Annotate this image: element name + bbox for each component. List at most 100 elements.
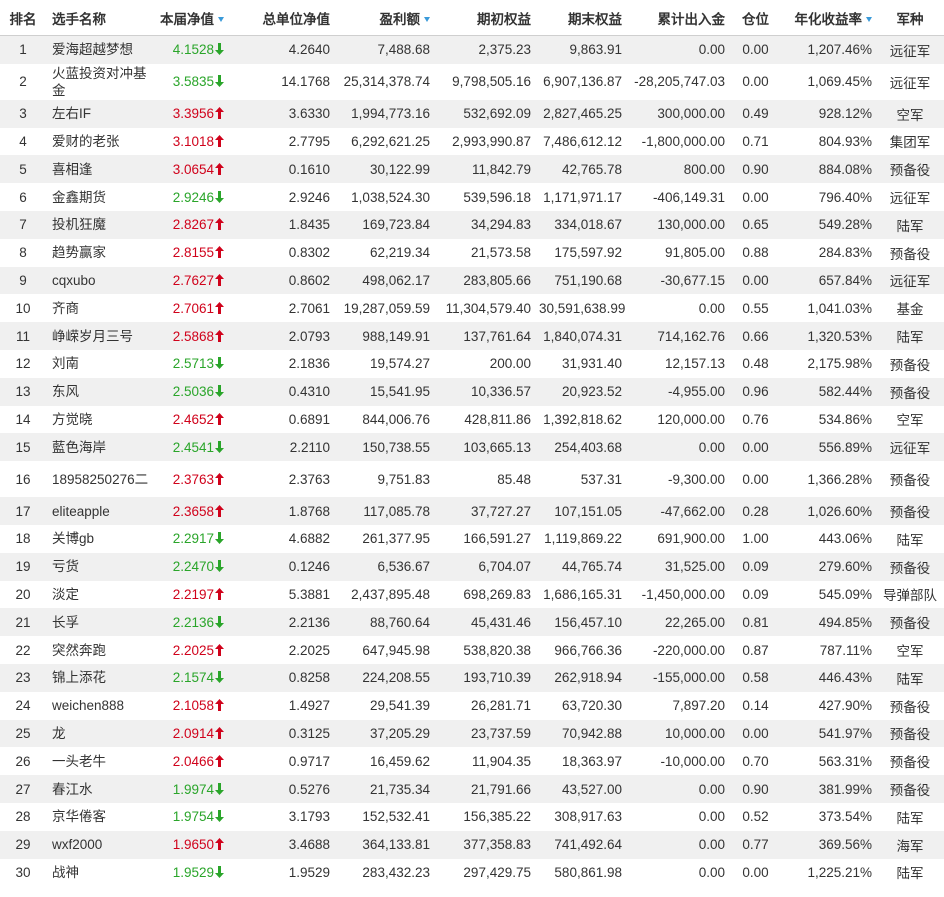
position-cell-value: 0.58 <box>742 670 769 686</box>
player-name[interactable]: 淡定 <box>46 581 156 609</box>
total-nav-cell-value: 2.1836 <box>288 356 330 372</box>
annual-return-cell: 545.09% <box>782 581 876 609</box>
corps-cell-value: 远征军 <box>889 191 931 207</box>
sort-desc-icon <box>218 17 224 23</box>
table-row: 13 东风 2.5036 0.4310 15,541.95 10,336.57 20,923… <box>0 377 944 406</box>
player-name[interactable]: 趋势赢家 <box>46 239 156 267</box>
annual-return-cell-value: 284.83% <box>818 245 872 261</box>
rank-cell-value: 25 <box>15 725 31 741</box>
corps-cell: 预备役 <box>876 239 944 267</box>
position-cell: 0.09 <box>729 552 782 581</box>
profit-cell: 7,488.68 <box>334 35 434 64</box>
rank-cell-value: 27 <box>15 781 31 797</box>
col-annual-header[interactable]: 年化收益率 <box>782 0 876 36</box>
table-body: 1 爱海超越梦想 4.1528 4.2640 7,488.68 2,375.23 9,863… <box>0 35 944 887</box>
player-name[interactable]: 刘南 <box>46 350 156 378</box>
rank-cell-value: 13 <box>15 384 31 400</box>
annual-return-cell: 787.11% <box>782 636 876 664</box>
annual-return-cell-value: 373.54% <box>818 809 872 825</box>
table-row: 5 喜相逢 3.0654 0.1610 30,122.99 11,842.79 42,765… <box>0 155 944 184</box>
player-name[interactable]: 爱财的老张 <box>46 128 156 156</box>
end-equity-cell: 1,171,971.17 <box>535 183 626 211</box>
player-name[interactable]: 金鑫期货 <box>46 183 156 211</box>
net-flow-cell-value: -28,205,747.03 <box>634 74 725 90</box>
arrow-up-icon <box>214 245 224 260</box>
corps-cell-value: 远征军 <box>889 75 931 91</box>
player-name-text: 喜相逢 <box>52 161 93 177</box>
start-equity-cell-value: 200.00 <box>489 356 531 372</box>
total-nav-cell: 2.7795 <box>228 128 334 156</box>
end-equity-cell: 1,392,818.62 <box>535 406 626 434</box>
total-nav-cell-value: 0.1246 <box>288 559 330 575</box>
net-flow-cell-value: 0.00 <box>698 300 725 316</box>
player-name[interactable]: cqxubo <box>46 266 156 295</box>
profit-cell-value: 6,292,621.25 <box>351 133 430 149</box>
col-name-header: 选手名称 <box>46 0 156 36</box>
player-name[interactable]: 喜相逢 <box>46 155 156 184</box>
position-cell-value: 0.90 <box>742 161 769 177</box>
player-name[interactable]: 春江水 <box>46 775 156 803</box>
rank-cell-value: 6 <box>19 189 27 205</box>
player-name[interactable]: 投机狂魔 <box>46 210 156 239</box>
corps-cell: 空军 <box>876 636 944 664</box>
nav-cell: 2.8267 <box>156 210 228 239</box>
profit-cell: 1,994,773.16 <box>334 99 434 128</box>
player-name[interactable]: 长孚 <box>46 608 156 637</box>
nav-cell-value: 2.4541 <box>172 439 214 455</box>
annual-return-cell: 1,225.21% <box>782 859 876 887</box>
col-nav-header[interactable]: 本届净值 <box>156 0 228 36</box>
annual-return-cell-value: 494.85% <box>818 614 872 630</box>
player-name[interactable]: 一头老牛 <box>46 747 156 775</box>
total-nav-cell-value: 1.8435 <box>288 217 330 233</box>
position-cell: 0.81 <box>729 608 782 637</box>
total-nav-cell-value: 0.8302 <box>288 245 330 261</box>
player-name-text: 左右IF <box>52 106 91 122</box>
player-name[interactable]: 方觉晓 <box>46 406 156 434</box>
table-row: 22 突然奔跑 2.2025 2.2025 647,945.98 538,820.38 96… <box>0 636 944 664</box>
player-name[interactable]: 突然奔跑 <box>46 636 156 664</box>
player-name[interactable]: 左右IF <box>46 99 156 128</box>
profit-cell: 19,287,059.59 <box>334 294 434 322</box>
player-name[interactable]: 火蓝投资对冲基金 <box>46 64 156 100</box>
player-name[interactable]: 龙 <box>46 719 156 748</box>
player-name[interactable]: 战神 <box>46 859 156 887</box>
player-name[interactable]: 东风 <box>46 377 156 406</box>
corps-cell-value: 预备役 <box>889 246 931 262</box>
table-row: 1 爱海超越梦想 4.1528 4.2640 7,488.68 2,375.23 9,863… <box>0 35 944 64</box>
player-name[interactable]: 18958250276二 <box>46 461 156 497</box>
player-name[interactable]: 爱海超越梦想 <box>46 35 156 64</box>
end-equity-cell: 751,190.68 <box>535 266 626 295</box>
nav-cell: 2.3763 <box>156 461 228 497</box>
nav-cell: 2.9246 <box>156 183 228 211</box>
player-name[interactable]: eliteapple <box>46 497 156 525</box>
net-flow-cell-value: 714,162.76 <box>657 328 725 344</box>
position-cell-value: 0.65 <box>742 217 769 233</box>
corps-cell: 远征军 <box>876 266 944 295</box>
total-nav-cell-value: 1.8768 <box>288 503 330 519</box>
player-name-text: weichen888 <box>52 698 125 714</box>
col-position-header: 仓位 <box>729 0 782 36</box>
arrow-down-icon <box>214 782 224 797</box>
player-name[interactable]: 锦上添花 <box>46 663 156 692</box>
corps-cell-value: 陆军 <box>896 330 924 346</box>
player-name[interactable]: 藍色海岸 <box>46 433 156 462</box>
col-profit-header[interactable]: 盈利额 <box>334 0 434 36</box>
player-name-text: 方觉晓 <box>52 411 93 427</box>
arrow-up-icon <box>214 587 224 602</box>
player-name[interactable]: 京华倦客 <box>46 803 156 831</box>
player-name[interactable]: 亏货 <box>46 552 156 581</box>
player-name[interactable]: 峥嵘岁月三号 <box>46 322 156 350</box>
arrow-up-icon <box>214 504 224 519</box>
player-name[interactable]: 齐商 <box>46 294 156 322</box>
net-flow-cell-value: 0.00 <box>698 809 725 825</box>
nav-cell: 3.1018 <box>156 128 228 156</box>
net-flow-cell: 10,000.00 <box>626 719 729 748</box>
table-row: 10 齐商 2.7061 2.7061 19,287,059.59 11,304,579.… <box>0 294 944 322</box>
rank-cell-value: 28 <box>15 809 31 825</box>
end-equity-cell: 254,403.68 <box>535 433 626 462</box>
player-name[interactable]: 关博gb <box>46 525 156 553</box>
corps-cell: 远征军 <box>876 64 944 100</box>
player-name[interactable]: weichen888 <box>46 692 156 720</box>
player-name[interactable]: wxf2000 <box>46 830 156 859</box>
profit-cell: 6,536.67 <box>334 552 434 581</box>
